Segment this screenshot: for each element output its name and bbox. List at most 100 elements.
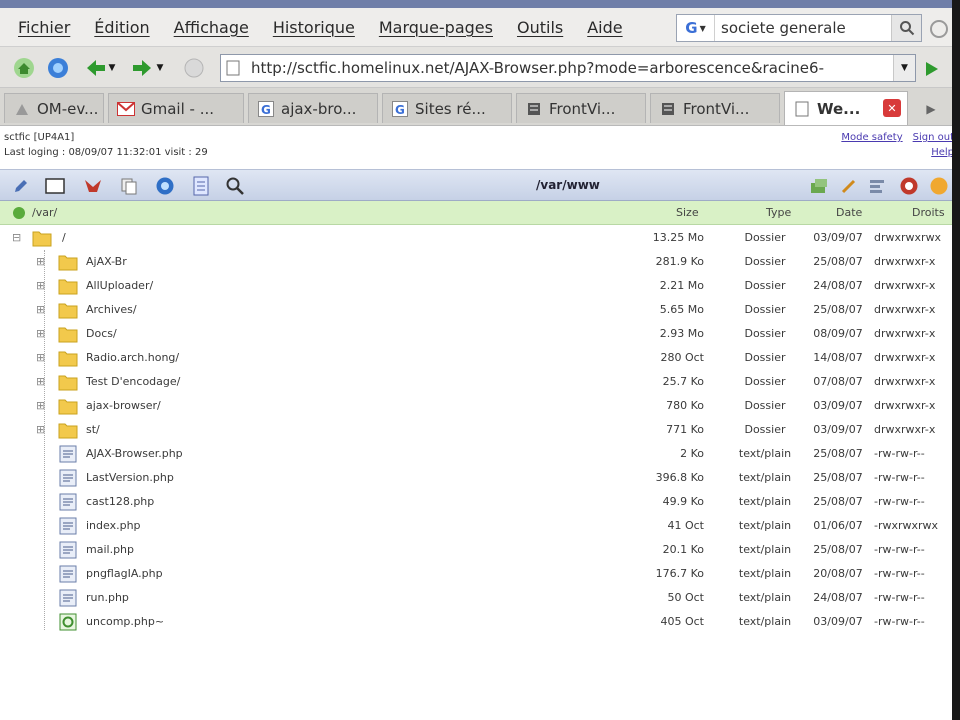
- table-row[interactable]: ⊞ Docs/ 2.93 Mo Dossier 08/09/07 drwxrwx…: [0, 322, 952, 346]
- table-row[interactable]: run.php 50 Oct text/plain 24/08/07 -rw-r…: [0, 586, 952, 610]
- file-perms: -rw-rw-r--: [874, 471, 925, 484]
- url-history-dropdown[interactable]: ▼: [893, 55, 915, 81]
- user-info: sctfic [UP4A1] Last loging : 08/09/07 11…: [4, 130, 208, 160]
- play-arrow-icon: [926, 62, 938, 76]
- tools-button[interactable]: [838, 175, 860, 197]
- file-perms: -rw-rw-r--: [874, 591, 925, 604]
- tab-om-ev[interactable]: OM-ev...: [4, 93, 104, 123]
- tab-label: FrontVi...: [549, 99, 616, 118]
- menu-marque-pages[interactable]: Marque-pages: [367, 18, 505, 37]
- refresh-button[interactable]: [154, 175, 176, 197]
- user-name: sctfic [UP4A1]: [4, 132, 75, 143]
- table-row[interactable]: ⊞ AjAX-Br 281.9 Ko Dossier 25/08/07 drwx…: [0, 250, 952, 274]
- tab-label: OM-ev...: [37, 99, 99, 118]
- menu-affichage[interactable]: Affichage: [162, 18, 261, 37]
- green-folder-icon: [13, 207, 25, 219]
- file-date: 25/08/07: [813, 495, 863, 508]
- menu-fichier[interactable]: Fichier: [0, 18, 82, 37]
- tab-active[interactable]: We... ✕: [784, 91, 908, 125]
- url-input[interactable]: http://sctfic.homelinux.net/AJAX-Browser…: [245, 59, 824, 77]
- tab-ajax-bro[interactable]: G ajax-bro...: [248, 93, 378, 123]
- menu-historique[interactable]: Historique: [261, 18, 367, 37]
- expand-icon[interactable]: ⊞: [36, 280, 46, 291]
- back-button[interactable]: [84, 56, 108, 80]
- table-row[interactable]: mail.php 20.1 Ko text/plain 25/08/07 -rw…: [0, 538, 952, 562]
- folder-icon: [58, 399, 78, 415]
- expand-icon[interactable]: ⊞: [36, 376, 46, 387]
- web-search-box[interactable]: G ▼ societe generale: [676, 14, 922, 42]
- forward-button[interactable]: [130, 56, 154, 80]
- copy-button[interactable]: [118, 175, 140, 197]
- forward-history-dropdown[interactable]: ▼: [154, 56, 166, 80]
- column-perms[interactable]: Droits: [912, 206, 945, 219]
- table-row[interactable]: AJAX-Browser.php 2 Ko text/plain 25/08/0…: [0, 442, 952, 466]
- mode-safety-link[interactable]: Mode safety: [841, 132, 902, 143]
- window-button[interactable]: [44, 175, 66, 197]
- menu-outils[interactable]: Outils: [505, 18, 575, 37]
- collapse-icon[interactable]: ⊟: [12, 232, 22, 243]
- help-link[interactable]: Help: [931, 147, 954, 158]
- tab-gmail[interactable]: Gmail - ...: [108, 93, 244, 123]
- expand-icon[interactable]: ⊞: [36, 400, 46, 411]
- go-button[interactable]: [920, 58, 942, 80]
- sign-out-link[interactable]: Sign out: [913, 132, 954, 143]
- stop-button[interactable]: [182, 56, 206, 80]
- folder-icon: [58, 303, 78, 319]
- table-row[interactable]: ⊞ st/ 771 Ko Dossier 03/09/07 drwxrwxr-x: [0, 418, 952, 442]
- table-row[interactable]: cast128.php 49.9 Ko text/plain 25/08/07 …: [0, 490, 952, 514]
- search-tool-button[interactable]: [224, 175, 246, 197]
- expand-icon[interactable]: ⊞: [36, 424, 46, 435]
- tab-sites[interactable]: G Sites ré...: [382, 93, 512, 123]
- user-button[interactable]: [928, 175, 950, 197]
- cut-button[interactable]: [82, 175, 104, 197]
- folder-icon: [58, 327, 78, 343]
- home-button[interactable]: [12, 56, 36, 80]
- generic-page-icon: [13, 100, 31, 118]
- expand-icon[interactable]: ⊞: [36, 256, 46, 267]
- firefox-button[interactable]: [46, 56, 70, 80]
- tab-frontview-2[interactable]: FrontVi...: [650, 93, 780, 123]
- folder-icon: [58, 279, 78, 295]
- expand-icon[interactable]: ⊞: [36, 304, 46, 315]
- upload-button[interactable]: [808, 175, 830, 197]
- address-bar[interactable]: http://sctfic.homelinux.net/AJAX-Browser…: [220, 54, 916, 82]
- help-button[interactable]: [898, 175, 920, 197]
- close-tab-button[interactable]: ✕: [883, 99, 901, 117]
- properties-button[interactable]: [190, 175, 212, 197]
- back-history-dropdown[interactable]: ▼: [106, 56, 118, 80]
- column-size[interactable]: Size: [676, 206, 699, 219]
- file-type: text/plain: [738, 519, 792, 532]
- edit-button[interactable]: [10, 175, 32, 197]
- file-type: text/plain: [738, 567, 792, 580]
- column-date[interactable]: Date: [836, 206, 862, 219]
- table-row[interactable]: uncomp.php~ 405 Oct text/plain 03/09/07 …: [0, 610, 952, 634]
- expand-icon[interactable]: ⊞: [36, 352, 46, 363]
- table-row[interactable]: ⊞ Test D'encodage/ 25.7 Ko Dossier 07/08…: [0, 370, 952, 394]
- search-input[interactable]: societe generale: [715, 19, 891, 37]
- table-row[interactable]: pngflagIA.php 176.7 Ko text/plain 20/08/…: [0, 562, 952, 586]
- table-row[interactable]: ⊞ Radio.arch.hong/ 280 Oct Dossier 14/08…: [0, 346, 952, 370]
- menu-edition[interactable]: Édition: [82, 18, 161, 37]
- menu-aide[interactable]: Aide: [575, 18, 634, 37]
- table-row[interactable]: ⊞ ajax-browser/ 780 Ko Dossier 03/09/07 …: [0, 394, 952, 418]
- file-perms: -rw-rw-r--: [874, 615, 925, 628]
- column-name[interactable]: /var/: [32, 206, 57, 219]
- page-icon: [793, 100, 811, 118]
- column-type[interactable]: Type: [766, 206, 791, 219]
- search-button[interactable]: [891, 15, 921, 41]
- stop-icon: [184, 58, 204, 78]
- table-row[interactable]: index.php 41 Oct text/plain 01/06/07 -rw…: [0, 514, 952, 538]
- expand-icon[interactable]: ⊞: [36, 328, 46, 339]
- search-engine-selector[interactable]: G ▼: [677, 15, 715, 41]
- table-row[interactable]: ⊞ Archives/ 5.65 Mo Dossier 25/08/07 drw…: [0, 298, 952, 322]
- settings-button[interactable]: [866, 175, 888, 197]
- tab-scroll-button[interactable]: ▶: [916, 96, 946, 122]
- table-row[interactable]: LastVersion.php 396.8 Ko text/plain 25/0…: [0, 466, 952, 490]
- search-engine-label: G: [685, 19, 698, 37]
- frontview-icon: [659, 100, 677, 118]
- file-date: 25/08/07: [813, 543, 863, 556]
- table-row[interactable]: ⊞ AllUploader/ 2.21 Mo Dossier 24/08/07 …: [0, 274, 952, 298]
- file-name: Docs/: [86, 327, 117, 340]
- table-row[interactable]: ⊟ / 13.25 Mo Dossier 03/09/07 drwxrwxrwx: [0, 226, 952, 250]
- tab-frontview-1[interactable]: FrontVi...: [516, 93, 646, 123]
